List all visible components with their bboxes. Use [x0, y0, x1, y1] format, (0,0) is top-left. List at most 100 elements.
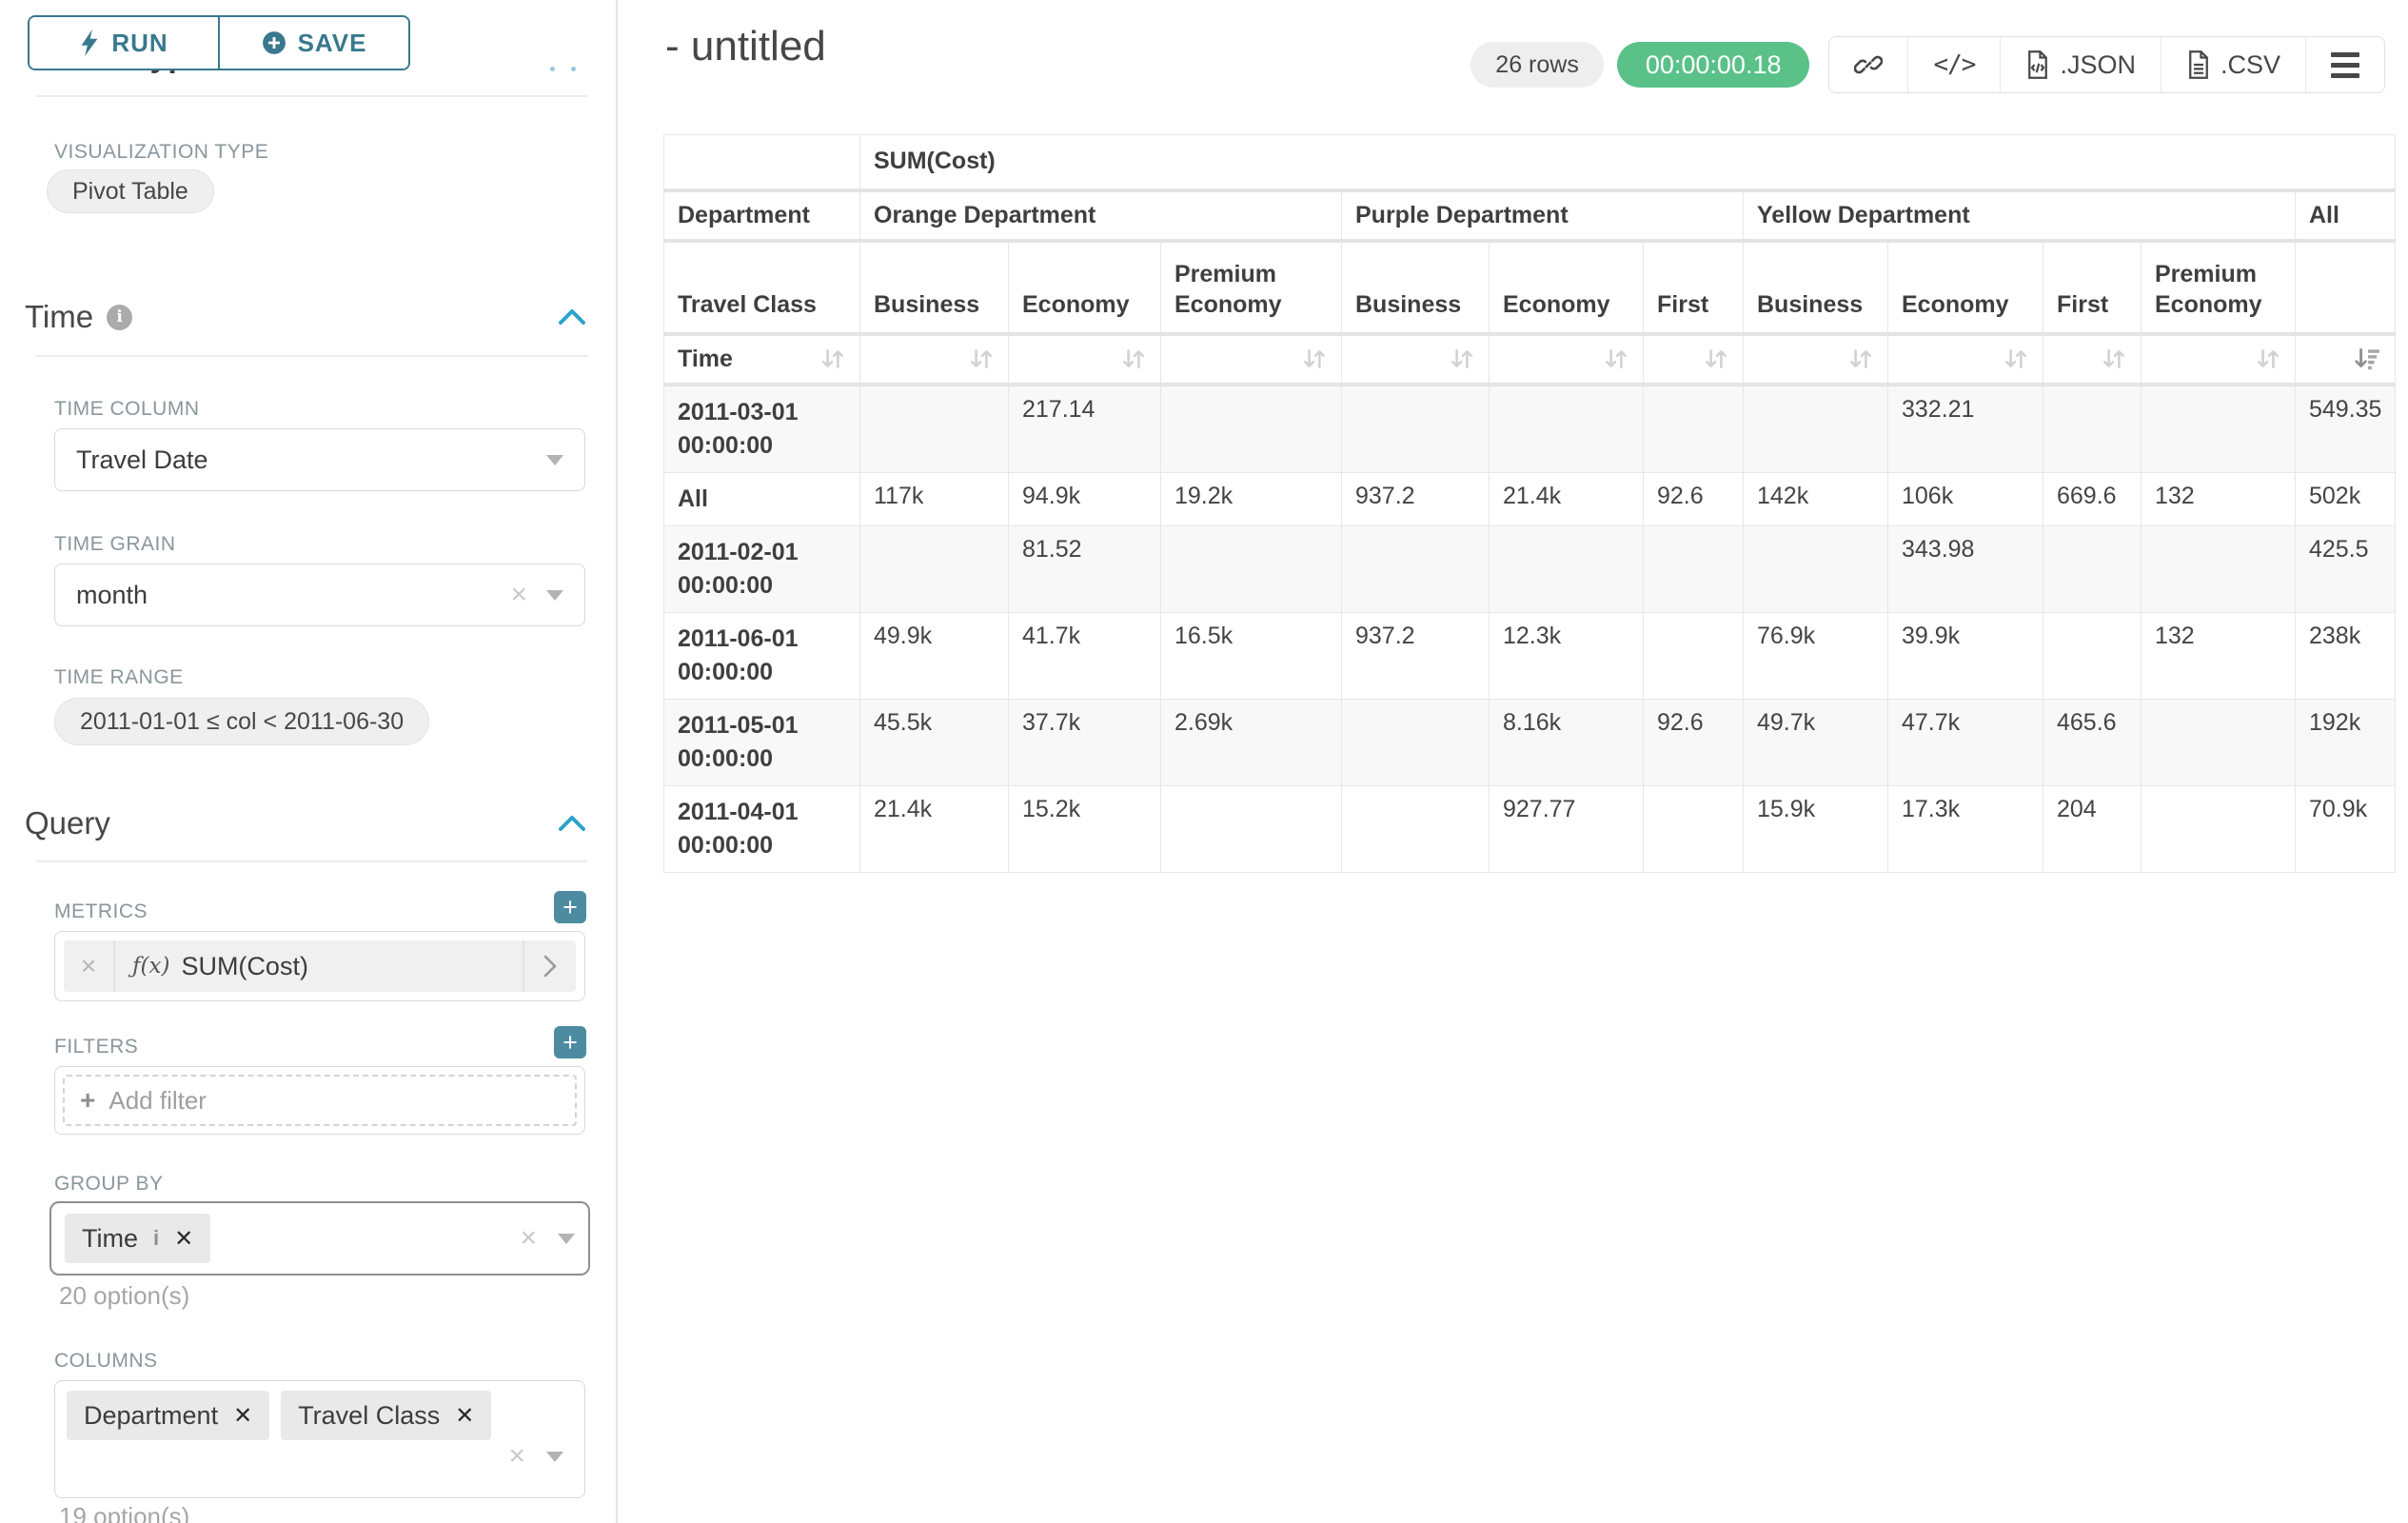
sort-icon[interactable] [1603, 346, 1629, 372]
link-icon [1854, 50, 1883, 79]
remove-chip-icon[interactable]: ✕ [233, 1402, 252, 1430]
caret-down-icon[interactable] [546, 590, 563, 601]
sort-header[interactable] [1009, 334, 1161, 385]
chevron-up-icon[interactable] [557, 813, 587, 834]
sort-header[interactable] [1644, 334, 1744, 385]
remove-chip-icon[interactable]: ✕ [455, 1402, 474, 1430]
value-cell: 425.5 [2296, 525, 2396, 612]
time-label: Time [678, 346, 733, 373]
clear-icon[interactable]: × [510, 581, 527, 609]
value-cell: 669.6 [2043, 472, 2142, 525]
sort-header[interactable] [1888, 334, 2043, 385]
view-query-button[interactable]: </> [1907, 37, 2000, 92]
run-button[interactable]: RUN [30, 17, 220, 69]
sort-icon[interactable] [1301, 346, 1328, 372]
sort-header[interactable] [1342, 334, 1490, 385]
value-cell [1644, 612, 1744, 699]
menu-button[interactable] [2305, 37, 2384, 92]
value-cell [1490, 385, 1644, 473]
visualization-type-pill[interactable]: Pivot Table [47, 169, 214, 213]
chart-header-controls: 26 rows 00:00:00.18 </> [1470, 36, 2385, 93]
sort-icon[interactable] [2003, 346, 2029, 372]
sort-icon[interactable] [2101, 346, 2127, 372]
filters-label: FILTERS [54, 1036, 138, 1058]
save-button[interactable]: SAVE [220, 17, 408, 69]
sort-icon[interactable] [968, 346, 995, 372]
chart-area: - untitled 26 rows 00:00:00.18 </> [618, 0, 2408, 1523]
add-filter-plus-button[interactable]: + [554, 1026, 586, 1058]
filters-control: + Add filter [54, 1066, 585, 1135]
value-cell [2043, 385, 2142, 473]
time-range-pill[interactable]: 2011-01-01 ≤ col < 2011-06-30 [54, 698, 429, 745]
query-section-title: Query [25, 805, 110, 841]
columns-select[interactable]: Department ✕ Travel Class ✕ × [54, 1380, 585, 1498]
column-header: Economy [1888, 241, 2043, 334]
value-cell: 132 [2142, 472, 2296, 525]
time-column-value: Travel Date [76, 445, 208, 475]
chart-title[interactable]: - untitled [665, 23, 826, 70]
value-cell: 70.9k [2296, 785, 2396, 872]
sort-header[interactable] [860, 334, 1009, 385]
sort-header[interactable] [2043, 334, 2142, 385]
metrics-control: × ƒ(x) SUM(Cost) [54, 931, 585, 1001]
sort-icon[interactable] [1847, 346, 1874, 372]
metric-header: SUM(Cost) [860, 135, 2396, 190]
metric-header-row: SUM(Cost) [664, 135, 2396, 190]
sort-header-active[interactable] [2296, 334, 2396, 385]
query-timer-badge: 00:00:00.18 [1617, 42, 1810, 88]
remove-metric-icon[interactable]: × [64, 940, 115, 992]
caret-down-icon[interactable] [546, 1452, 563, 1462]
column-header: Premium Economy [1161, 241, 1342, 334]
time-grain-select[interactable]: month × [54, 564, 585, 626]
caret-down-icon[interactable] [558, 1234, 575, 1244]
group-by-chip-time[interactable]: Time i ✕ [65, 1214, 210, 1263]
export-csv-button[interactable]: .CSV [2161, 37, 2305, 92]
time-column-label: TIME COLUMN [54, 398, 200, 421]
sort-icon[interactable] [819, 346, 846, 372]
sort-header[interactable] [1490, 334, 1644, 385]
value-cell [1644, 785, 1744, 872]
time-sort-header[interactable]: Time [664, 334, 860, 385]
metrics-label: METRICS [54, 900, 148, 923]
caret-down-icon[interactable] [546, 455, 563, 465]
sort-icon[interactable] [2255, 346, 2281, 372]
column-group-header: Yellow Department [1744, 190, 2296, 241]
sort-desc-icon[interactable] [2353, 346, 2381, 372]
chevron-right-icon[interactable] [523, 940, 576, 992]
sort-icon[interactable] [1449, 346, 1475, 372]
chevron-up-icon[interactable] [557, 307, 587, 327]
share-link-button[interactable] [1829, 37, 1907, 92]
add-metric-button[interactable]: + [554, 891, 586, 923]
value-cell [1161, 525, 1342, 612]
info-icon[interactable]: i [153, 1226, 159, 1251]
value-cell [2043, 525, 2142, 612]
table-row: 2011-05-01 00:00:0045.5k37.7k2.69k8.16k9… [664, 699, 2396, 785]
sort-icon[interactable] [1120, 346, 1147, 372]
travel-class-header-row: Travel ClassBusinessEconomyPremium Econo… [664, 241, 2396, 334]
info-icon[interactable]: i [107, 305, 132, 330]
value-cell [2142, 785, 2296, 872]
sort-header[interactable] [1744, 334, 1888, 385]
metric-chip[interactable]: × ƒ(x) SUM(Cost) [64, 940, 576, 992]
group-by-select[interactable]: Time i ✕ × [49, 1201, 590, 1276]
value-cell: 106k [1888, 472, 2043, 525]
time-section-title: Time [25, 299, 93, 335]
sort-header[interactable] [2142, 334, 2296, 385]
row-label: 2011-02-01 00:00:00 [664, 525, 860, 612]
department-header-row: DepartmentOrange DepartmentPurple Depart… [664, 190, 2396, 241]
add-filter-button[interactable]: + Add filter [63, 1075, 577, 1126]
value-cell: 132 [2142, 612, 2296, 699]
clear-icon[interactable]: × [520, 1224, 537, 1253]
sort-header[interactable] [1161, 334, 1342, 385]
remove-chip-icon[interactable]: ✕ [174, 1225, 193, 1253]
columns-chip-department[interactable]: Department ✕ [67, 1391, 269, 1440]
clear-icon[interactable]: × [508, 1442, 525, 1471]
columns-chip-travel-class[interactable]: Travel Class ✕ [281, 1391, 491, 1440]
export-json-button[interactable]: .JSON [2000, 37, 2161, 92]
sort-icon[interactable] [1703, 346, 1729, 372]
time-column-select[interactable]: Travel Date [54, 428, 585, 491]
file-icon [2025, 50, 2050, 79]
column-header: Business [860, 241, 1009, 334]
value-cell: 37.7k [1009, 699, 1161, 785]
value-cell: 937.2 [1342, 472, 1490, 525]
